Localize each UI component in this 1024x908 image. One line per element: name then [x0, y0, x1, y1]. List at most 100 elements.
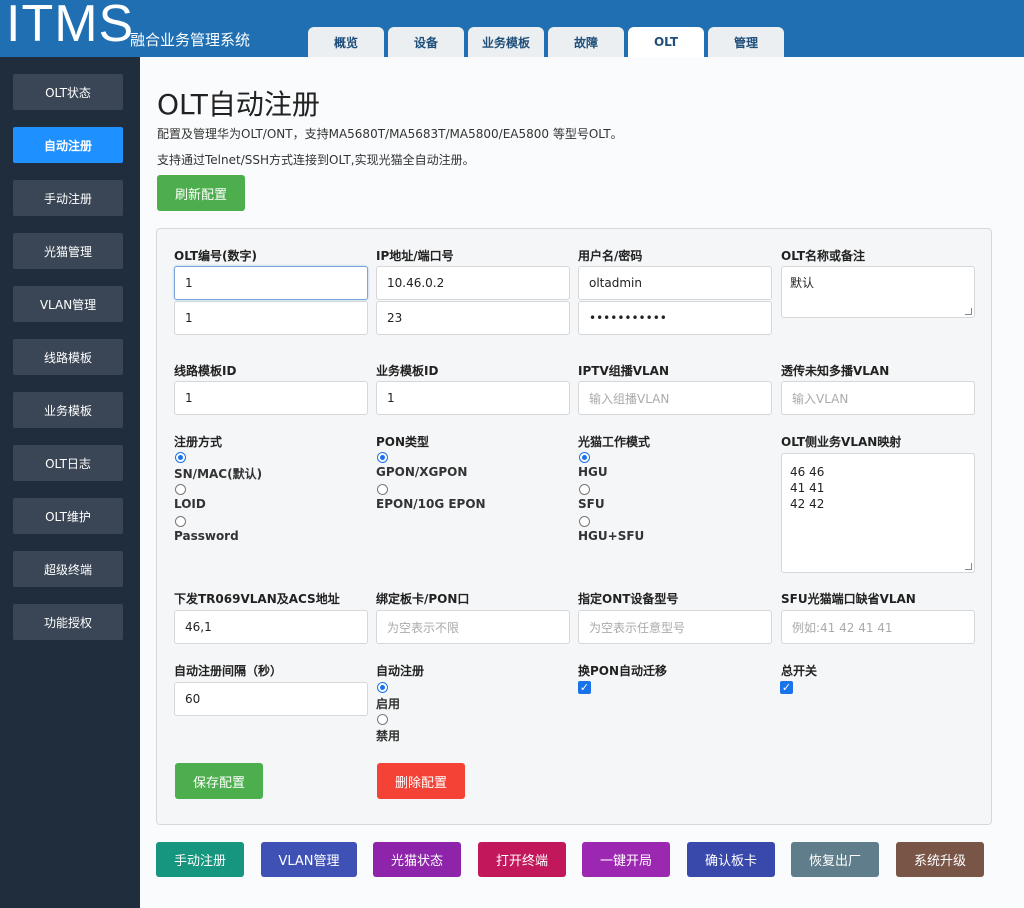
username-input[interactable]: oltadmin [578, 266, 772, 300]
sfu-vlan-input[interactable]: 例如:41 42 41 41 [781, 610, 975, 644]
pon-epon-label: EPON/10G EPON [376, 497, 486, 511]
master-switch-label: 总开关 [781, 664, 818, 678]
page-description: 配置及管理华为OLT/ONT，支持MA5680T/MA5683T/MA5800/… [157, 127, 623, 141]
main-content: OLT自动注册 配置及管理华为OLT/ONT，支持MA5680T/MA5683T… [140, 57, 1024, 908]
work-mode-sfu-radio[interactable] [579, 484, 590, 495]
olt-name-label: OLT名称或备注 [781, 249, 866, 263]
tab-olt[interactable]: OLT [628, 27, 704, 57]
tab-devices[interactable]: 设备 [388, 27, 464, 57]
tab-admin[interactable]: 管理 [708, 27, 784, 57]
sidebar-item-manual-register[interactable]: 手动注册 [13, 180, 123, 216]
master-switch-checkbox[interactable]: ✓ [780, 681, 793, 694]
sfu-vlan-label: SFU光猫端口缺省VLAN [781, 592, 916, 606]
action-vlan-management-button[interactable]: VLAN管理 [261, 842, 357, 877]
vlan-mapping-text: 46 46 41 41 42 42 [790, 465, 825, 511]
page-title: OLT自动注册 [157, 88, 320, 121]
service-template-input[interactable]: 1 [376, 381, 570, 415]
pon-migrate-checkbox[interactable]: ✓ [578, 681, 591, 694]
sidebar-item-super-terminal[interactable]: 超级终端 [13, 551, 123, 587]
auto-reg-enable-label: 启用 [376, 697, 401, 711]
sidebar-item-olt-status[interactable]: OLT状态 [13, 74, 123, 110]
password-input[interactable]: ••••••••••• [578, 301, 772, 335]
top-nav-tabs: 概览 设备 业务模板 故障 OLT 管理 [308, 27, 784, 57]
transparent-vlan-label: 透传未知多播VLAN [781, 364, 890, 378]
tab-service-templates[interactable]: 业务模板 [468, 27, 544, 57]
olt-name-text: 默认 [790, 276, 815, 290]
action-one-click-provision-button[interactable]: 一键开局 [582, 842, 670, 877]
olt-name-textarea[interactable]: 默认 [781, 266, 975, 318]
service-template-label: 业务模板ID [376, 364, 439, 378]
reg-mode-loid-label: LOID [174, 497, 206, 511]
sidebar-item-olt-log[interactable]: OLT日志 [13, 445, 123, 481]
action-factory-reset-button[interactable]: 恢复出厂 [791, 842, 879, 877]
ont-model-label: 指定ONT设备型号 [578, 592, 679, 606]
tr069-label: 下发TR069VLAN及ACS地址 [174, 592, 340, 606]
vlan-mapping-label: OLT侧业务VLAN映射 [781, 435, 902, 449]
reg-mode-loid-radio[interactable] [175, 484, 186, 495]
action-manual-register-button[interactable]: 手动注册 [156, 842, 244, 877]
reg-mode-password-label: Password [174, 529, 239, 543]
work-mode-sfu-label: SFU [578, 497, 605, 511]
ip-address-input[interactable]: 10.46.0.2 [376, 266, 570, 300]
action-confirm-board-button[interactable]: 确认板卡 [687, 842, 775, 877]
resize-handle-icon[interactable] [965, 308, 972, 315]
transparent-vlan-input[interactable]: 输入VLAN [781, 381, 975, 415]
auto-reg-label: 自动注册 [376, 664, 425, 678]
app-subtitle: 融合业务管理系统 [130, 31, 251, 49]
port-input[interactable]: 23 [376, 301, 570, 335]
auto-reg-disable-label: 禁用 [376, 729, 401, 743]
app-header: ITMS 融合业务管理系统 概览 设备 业务模板 故障 OLT 管理 [0, 0, 1024, 57]
sidebar-item-vlan-management[interactable]: VLAN管理 [13, 286, 123, 322]
app-logo: ITMS [6, 0, 135, 53]
auto-reg-enable-radio[interactable] [377, 682, 388, 693]
action-ont-status-button[interactable]: 光猫状态 [373, 842, 461, 877]
sidebar-item-auto-register[interactable]: 自动注册 [13, 127, 123, 163]
action-open-terminal-button[interactable]: 打开终端 [478, 842, 566, 877]
work-mode-hgu-radio[interactable] [579, 452, 590, 463]
ont-model-input[interactable]: 为空表示任意型号 [578, 610, 772, 644]
sidebar-item-line-templates[interactable]: 线路模板 [13, 339, 123, 375]
sidebar: OLT状态 自动注册 手动注册 光猫管理 VLAN管理 线路模板 业务模板 OL… [0, 57, 140, 908]
tab-overview[interactable]: 概览 [308, 27, 384, 57]
work-mode-hgu-sfu-label: HGU+SFU [578, 529, 645, 543]
line-template-label: 线路模板ID [174, 364, 237, 378]
delete-config-button[interactable]: 删除配置 [377, 763, 465, 799]
save-config-button[interactable]: 保存配置 [175, 763, 263, 799]
sidebar-item-service-templates[interactable]: 业务模板 [13, 392, 123, 428]
vlan-mapping-textarea[interactable]: 46 46 41 41 42 42 [781, 453, 975, 573]
bind-pon-input[interactable]: 为空表示不限 [376, 610, 570, 644]
iptv-vlan-input[interactable]: 输入组播VLAN [578, 381, 772, 415]
bind-pon-label: 绑定板卡/PON口 [376, 592, 470, 606]
tr069-input[interactable]: 46,1 [174, 610, 368, 644]
work-mode-hgu-label: HGU [578, 465, 608, 479]
auto-reg-disable-radio[interactable] [377, 714, 388, 725]
reg-mode-sn-label: SN/MAC(默认) [174, 467, 263, 481]
user-password-label: 用户名/密码 [578, 249, 643, 263]
pon-gpon-label: GPON/XGPON [376, 465, 468, 479]
page-description-2: 支持通过Telnet/SSH方式连接到OLT,实现光猫全自动注册。 [157, 153, 475, 167]
pon-type-label: PON类型 [376, 435, 430, 449]
interval-input[interactable]: 60 [174, 682, 368, 716]
ip-port-label: IP地址/端口号 [376, 249, 454, 263]
work-mode-hgu-sfu-radio[interactable] [579, 516, 590, 527]
tab-faults[interactable]: 故障 [548, 27, 624, 57]
reg-mode-label: 注册方式 [174, 435, 223, 449]
sidebar-item-license[interactable]: 功能授权 [13, 604, 123, 640]
action-system-upgrade-button[interactable]: 系统升级 [896, 842, 984, 877]
sidebar-item-olt-maintenance[interactable]: OLT维护 [13, 498, 123, 534]
sidebar-item-ont-management[interactable]: 光猫管理 [13, 233, 123, 269]
pon-epon-radio[interactable] [377, 484, 388, 495]
interval-label: 自动注册间隔（秒） [174, 664, 283, 678]
olt-id-input[interactable]: 1 [174, 266, 368, 300]
reg-mode-password-radio[interactable] [175, 516, 186, 527]
olt-id-input-2[interactable]: 1 [174, 301, 368, 335]
refresh-config-button[interactable]: 刷新配置 [157, 175, 245, 211]
olt-id-label: OLT编号(数字) [174, 249, 258, 263]
line-template-input[interactable]: 1 [174, 381, 368, 415]
pon-migrate-label: 换PON自动迁移 [578, 664, 668, 678]
pon-gpon-radio[interactable] [377, 452, 388, 463]
resize-handle-icon[interactable] [965, 563, 972, 570]
work-mode-label: 光猫工作模式 [578, 435, 651, 449]
reg-mode-sn-radio[interactable] [175, 452, 186, 463]
iptv-vlan-label: IPTV组播VLAN [578, 364, 669, 378]
